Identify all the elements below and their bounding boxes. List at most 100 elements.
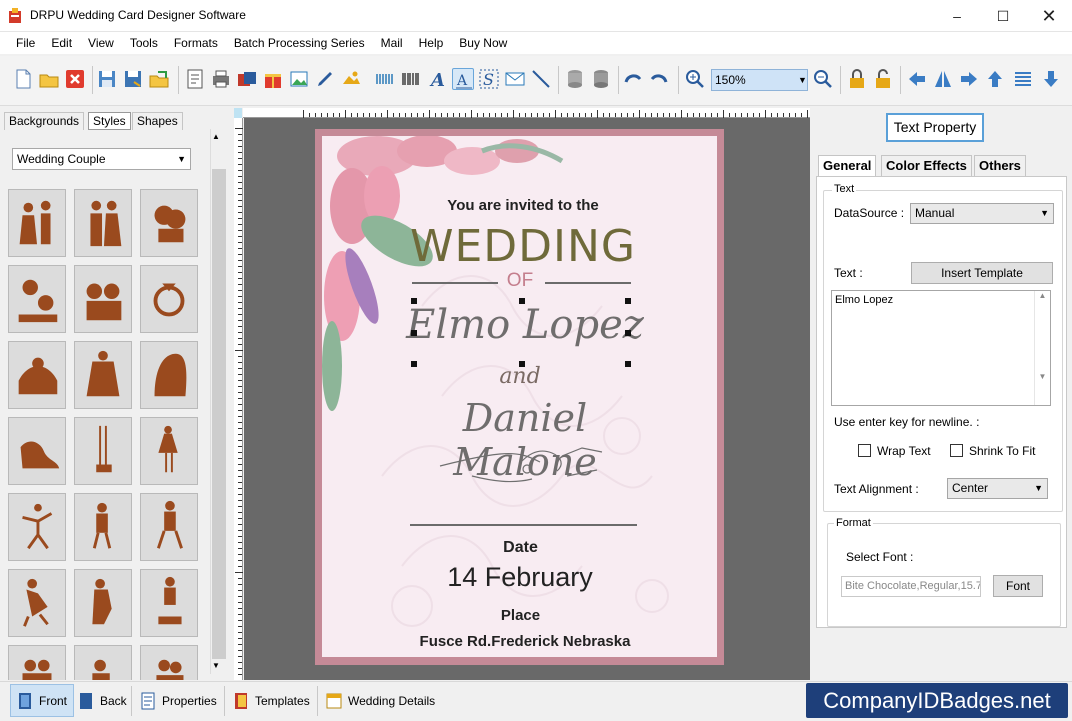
database-export-icon[interactable] — [590, 68, 612, 90]
tab-shapes[interactable]: Shapes — [132, 112, 183, 130]
picture-tool-icon[interactable] — [340, 68, 362, 90]
lock-icon[interactable] — [846, 68, 868, 90]
style-thumbnail[interactable] — [74, 569, 132, 637]
style-thumbnail[interactable] — [140, 569, 198, 637]
style-thumbnail[interactable] — [140, 265, 198, 333]
style-thumbnail[interactable] — [74, 493, 132, 561]
open-icon[interactable] — [38, 68, 60, 90]
image-icon[interactable] — [288, 68, 310, 90]
tab-front[interactable]: Front — [10, 684, 75, 717]
style-thumbnail[interactable] — [74, 341, 132, 409]
style-thumbnail[interactable] — [140, 493, 198, 561]
align-icon[interactable] — [1012, 68, 1034, 90]
wrap-text-checkbox[interactable] — [858, 444, 871, 457]
style-thumbnail[interactable] — [74, 645, 132, 680]
style-category-select[interactable]: Wedding Couple ▼ — [12, 148, 191, 170]
insert-template-button[interactable]: Insert Template — [911, 262, 1053, 284]
style-thumbnail[interactable] — [140, 189, 198, 257]
style-thumbnail[interactable] — [8, 569, 66, 637]
place-label[interactable]: Place — [463, 607, 578, 624]
style-thumbnail[interactable] — [74, 265, 132, 333]
arrow-right-icon[interactable] — [958, 68, 980, 90]
text-content-field[interactable]: Elmo Lopez — [831, 290, 1051, 406]
undo-icon[interactable] — [622, 68, 644, 90]
print-batch-icon[interactable] — [236, 68, 258, 90]
of-text[interactable]: OF — [490, 270, 550, 292]
zoom-combo[interactable]: 150% — [711, 69, 808, 91]
signature-icon[interactable]: S — [478, 68, 500, 90]
arrow-up-icon[interactable] — [984, 68, 1006, 90]
line-icon[interactable] — [530, 68, 552, 90]
database-icon[interactable] — [564, 68, 586, 90]
style-thumbnail[interactable] — [8, 341, 66, 409]
resize-handle[interactable] — [411, 298, 417, 304]
style-thumbnail[interactable] — [74, 417, 132, 485]
date-value[interactable]: 14 February — [400, 562, 640, 593]
style-thumbnail[interactable] — [140, 417, 198, 485]
style-thumbnail[interactable] — [8, 493, 66, 561]
resize-handle[interactable] — [519, 298, 525, 304]
properties-icon[interactable] — [184, 68, 206, 90]
name-one[interactable]: Elmo Lopez — [400, 302, 650, 348]
export-icon[interactable] — [148, 68, 170, 90]
tab-general[interactable]: General — [818, 155, 877, 176]
menu-batch-processing[interactable]: Batch Processing Series — [226, 32, 373, 54]
shrink-to-fit-checkbox[interactable] — [950, 444, 963, 457]
resize-handle[interactable] — [625, 361, 631, 367]
resize-handle[interactable] — [411, 361, 417, 367]
redo-icon[interactable] — [648, 68, 670, 90]
close-icon[interactable]: ✕ — [1026, 0, 1072, 32]
barcode-icon[interactable] — [400, 68, 422, 90]
tab-styles[interactable]: Styles — [88, 112, 131, 130]
and-text[interactable]: and — [470, 364, 570, 389]
font-button[interactable]: Font — [993, 575, 1043, 597]
zoom-out-icon[interactable] — [812, 68, 834, 90]
invite-line[interactable]: You are invited to the — [363, 197, 683, 214]
text-property-button[interactable]: Text Property — [886, 113, 984, 142]
place-value[interactable]: Fusce Rd.Frederick Nebraska — [380, 633, 670, 650]
print-icon[interactable] — [210, 68, 232, 90]
resize-handle[interactable] — [625, 330, 631, 336]
new-icon[interactable] — [12, 68, 34, 90]
chevron-down-icon[interactable]: ▼ — [797, 69, 808, 91]
style-thumbnail[interactable] — [74, 189, 132, 257]
zoom-in-icon[interactable] — [684, 68, 706, 90]
unlock-icon[interactable] — [872, 68, 894, 90]
align-left-arrow-icon[interactable] — [906, 68, 928, 90]
tab-properties[interactable]: Properties — [134, 684, 223, 717]
close-file-icon[interactable] — [64, 68, 86, 90]
save-as-icon[interactable] — [122, 68, 144, 90]
maximize-icon[interactable]: ☐ — [980, 0, 1026, 32]
style-thumbnail[interactable] — [140, 645, 198, 680]
menu-mail[interactable]: Mail — [373, 32, 411, 54]
tab-templates[interactable]: Templates — [227, 684, 316, 717]
text-icon[interactable]: A — [426, 68, 448, 90]
minimize-icon[interactable]: – — [934, 0, 980, 32]
tab-back[interactable]: Back — [72, 684, 133, 717]
style-thumbnail[interactable] — [140, 341, 198, 409]
style-thumbnail[interactable] — [8, 265, 66, 333]
tab-color-effects[interactable]: Color Effects — [881, 155, 972, 176]
text-alignment-select[interactable]: Center ▼ — [947, 478, 1048, 499]
menu-file[interactable]: File — [8, 32, 43, 54]
pen-icon[interactable] — [314, 68, 336, 90]
menu-buy-now[interactable]: Buy Now — [451, 32, 515, 54]
menu-formats[interactable]: Formats — [166, 32, 226, 54]
font-field[interactable]: Bite Chocolate,Regular,15.7 — [841, 576, 981, 597]
resize-handle[interactable] — [625, 298, 631, 304]
resize-handle[interactable] — [411, 330, 417, 336]
name-two[interactable]: Daniel Malone — [390, 396, 660, 484]
scrollbar-thumb[interactable] — [212, 169, 226, 659]
menu-edit[interactable]: Edit — [43, 32, 80, 54]
style-thumbnail[interactable] — [8, 645, 66, 680]
arrow-down-icon[interactable] — [1040, 68, 1062, 90]
scroll-up-icon[interactable]: ▲ — [212, 132, 220, 141]
flip-icon[interactable] — [932, 68, 954, 90]
scroll-down-icon[interactable]: ▼ — [212, 661, 220, 670]
menu-help[interactable]: Help — [411, 32, 452, 54]
mail-icon[interactable] — [504, 68, 526, 90]
text-box-icon[interactable]: A — [452, 68, 474, 90]
menu-view[interactable]: View — [80, 32, 122, 54]
style-thumbnail[interactable] — [8, 189, 66, 257]
tab-others[interactable]: Others — [974, 155, 1026, 176]
